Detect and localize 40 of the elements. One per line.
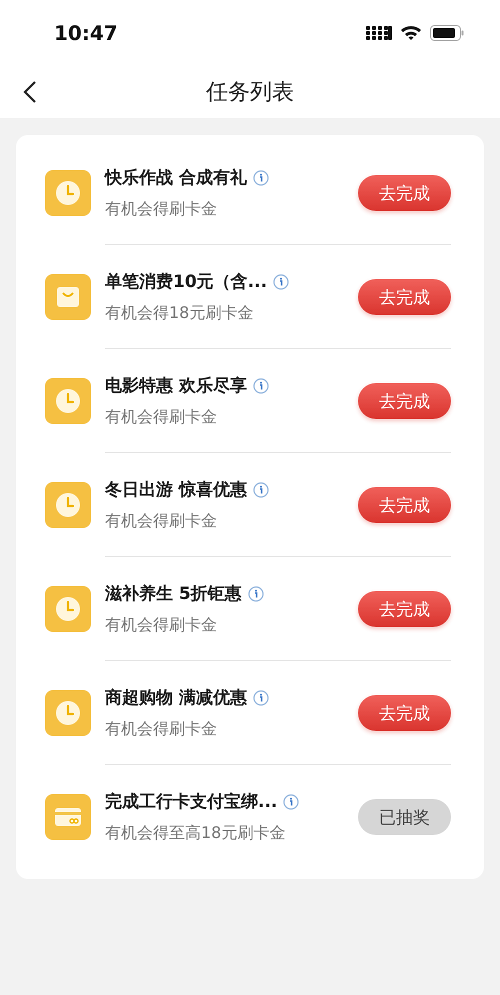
- back-icon: [23, 80, 37, 104]
- card-icon: [45, 794, 91, 840]
- clock-icon: [45, 586, 91, 632]
- clock-icon: [45, 482, 91, 528]
- task-reward: 有机会得刷卡金: [105, 407, 218, 428]
- info-icon[interactable]: [273, 274, 290, 290]
- complete-task-button[interactable]: 去完成: [358, 383, 451, 419]
- complete-task-button[interactable]: 去完成: [358, 695, 451, 731]
- task-title: 完成工行卡支付宝绑...: [105, 791, 278, 813]
- wifi-icon: [400, 25, 422, 41]
- complete-task-button[interactable]: 去完成: [358, 175, 451, 211]
- task-title: 快乐作战 合成有礼: [105, 167, 247, 189]
- task-reward: 有机会得刷卡金: [105, 199, 218, 220]
- complete-task-button[interactable]: 去完成: [358, 279, 451, 315]
- complete-task-button[interactable]: 去完成: [358, 487, 451, 523]
- task-reward: 有机会得刷卡金: [105, 719, 218, 740]
- signal-icon: [366, 26, 392, 40]
- clock-icon: [45, 170, 91, 216]
- info-icon[interactable]: [283, 794, 300, 810]
- clock-icon: [45, 378, 91, 424]
- info-icon[interactable]: [252, 482, 269, 498]
- task-title: 电影特惠 欢乐尽享: [105, 375, 247, 397]
- info-icon[interactable]: [252, 170, 269, 186]
- info-icon[interactable]: [252, 378, 269, 394]
- task-reward: 有机会得刷卡金: [105, 511, 218, 532]
- bag-icon: [45, 274, 91, 320]
- task-reward: 有机会得至高18元刷卡金: [105, 823, 286, 844]
- status-time: 10:47: [54, 21, 118, 45]
- task-reward: 有机会得18元刷卡金: [105, 303, 254, 324]
- task-title: 滋补养生 5折钜惠: [105, 583, 242, 605]
- page-title: 任务列表: [206, 79, 294, 107]
- complete-task-button[interactable]: 去完成: [358, 591, 451, 627]
- battery-icon: [430, 25, 464, 41]
- info-icon[interactable]: [252, 690, 269, 706]
- task-title: 冬日出游 惊喜优惠: [105, 479, 247, 501]
- task-reward: 有机会得刷卡金: [105, 615, 218, 636]
- task-title: 商超购物 满减优惠: [105, 687, 247, 709]
- clock-icon: [45, 690, 91, 736]
- info-icon[interactable]: [248, 586, 264, 602]
- task-title: 单笔消费10元（含...: [105, 271, 268, 293]
